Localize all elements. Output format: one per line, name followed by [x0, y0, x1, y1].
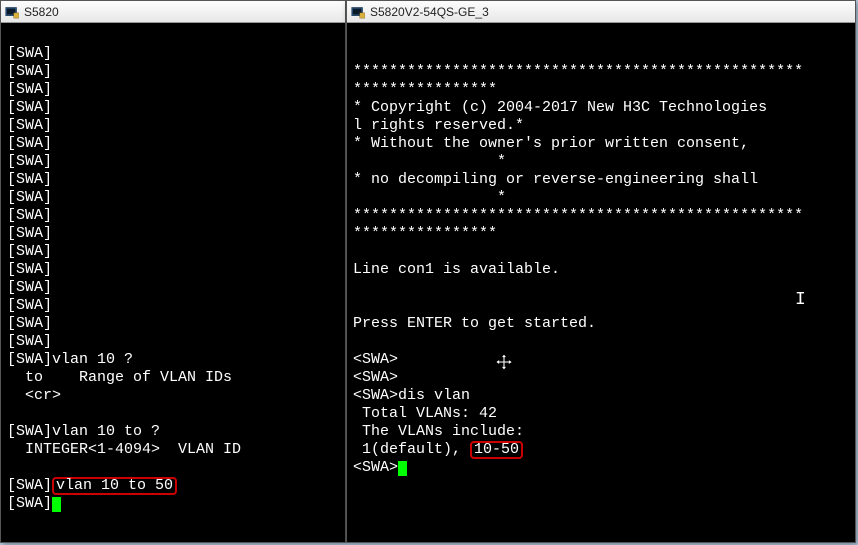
term-line: [SWA]	[7, 279, 52, 296]
term-line: [SWA]	[7, 243, 52, 260]
term-line: [SWA]	[7, 333, 52, 350]
terminal-window-right[interactable]: S5820V2-54QS-GE_3 **********************…	[346, 0, 856, 543]
window-title-right: S5820V2-54QS-GE_3	[370, 5, 489, 19]
prompt: [SWA]	[7, 495, 52, 512]
term-line-highlight: [SWA]vlan 10 to 50	[7, 477, 177, 494]
term-line: [SWA]	[7, 171, 52, 188]
term-line: <SWA>	[353, 369, 398, 386]
term-line: [SWA]vlan 10 ?	[7, 351, 133, 368]
text-caret-icon: I	[795, 291, 806, 309]
term-line: [SWA]	[7, 117, 52, 134]
term-line: [SWA]vlan 10 to ?	[7, 423, 160, 440]
putty-icon	[351, 5, 365, 19]
term-line: [SWA]	[7, 45, 52, 62]
move-cursor-icon	[495, 353, 513, 371]
term-line: Total VLANs: 42	[353, 405, 497, 422]
term-line: [SWA]	[7, 63, 52, 80]
titlebar-right[interactable]: S5820V2-54QS-GE_3	[347, 1, 855, 23]
term-line: [SWA]	[7, 225, 52, 242]
term-line: * Without the owner's prior written cons…	[353, 135, 758, 152]
term-line: [SWA]	[7, 153, 52, 170]
vlan-prefix: 1(default),	[353, 441, 470, 458]
term-line: ****************	[353, 225, 497, 242]
highlight-vlan-range: 10-50	[470, 441, 523, 459]
term-line: *	[353, 189, 506, 206]
term-line: ****************	[353, 81, 497, 98]
term-line: <cr>	[7, 387, 61, 404]
term-line: Press ENTER to get started.	[353, 315, 596, 332]
term-line: l rights reserved.*	[353, 117, 524, 134]
term-line-final: <SWA>	[353, 459, 407, 476]
window-title-left: S5820	[24, 5, 59, 19]
cursor	[52, 497, 61, 512]
term-line: [SWA]	[7, 135, 52, 152]
term-line: The VLANs include:	[353, 423, 524, 440]
prompt: <SWA>	[353, 459, 398, 476]
prompt: [SWA]	[7, 477, 52, 494]
term-line-vlan: 1(default), 10-50	[353, 441, 523, 458]
term-line: * Copyright (c) 2004-2017 New H3C Techno…	[353, 99, 767, 116]
term-line: INTEGER<1-4094> VLAN ID	[7, 441, 241, 458]
term-line: * no decompiling or reverse-engineering …	[353, 171, 758, 188]
term-line: [SWA]	[7, 297, 52, 314]
term-line: [SWA]	[7, 315, 52, 332]
terminal-output-left[interactable]: [SWA] [SWA] [SWA] [SWA] [SWA] [SWA] [SWA…	[1, 23, 345, 542]
putty-icon	[5, 5, 19, 19]
terminal-window-left[interactable]: S5820 [SWA] [SWA] [SWA] [SWA] [SWA] [SWA…	[0, 0, 346, 543]
term-line: *	[353, 153, 506, 170]
terminal-output-right[interactable]: ****************************************…	[347, 23, 855, 542]
term-line: [SWA]	[7, 99, 52, 116]
term-line: <SWA>	[353, 351, 398, 368]
term-line: [SWA]	[7, 81, 52, 98]
highlight-vlan-range-cmd: vlan 10 to 50	[52, 477, 177, 495]
term-line: ****************************************…	[353, 207, 803, 224]
term-line: ****************************************…	[353, 63, 803, 80]
term-line: [SWA]	[7, 261, 52, 278]
titlebar-left[interactable]: S5820	[1, 1, 345, 23]
term-line: to Range of VLAN IDs	[7, 369, 232, 386]
term-line: [SWA]	[7, 207, 52, 224]
term-line: [SWA]	[7, 189, 52, 206]
term-line-final: [SWA]	[7, 495, 61, 512]
term-line: <SWA>dis vlan	[353, 387, 470, 404]
term-line: Line con1 is available.	[353, 261, 560, 278]
cursor	[398, 461, 407, 476]
